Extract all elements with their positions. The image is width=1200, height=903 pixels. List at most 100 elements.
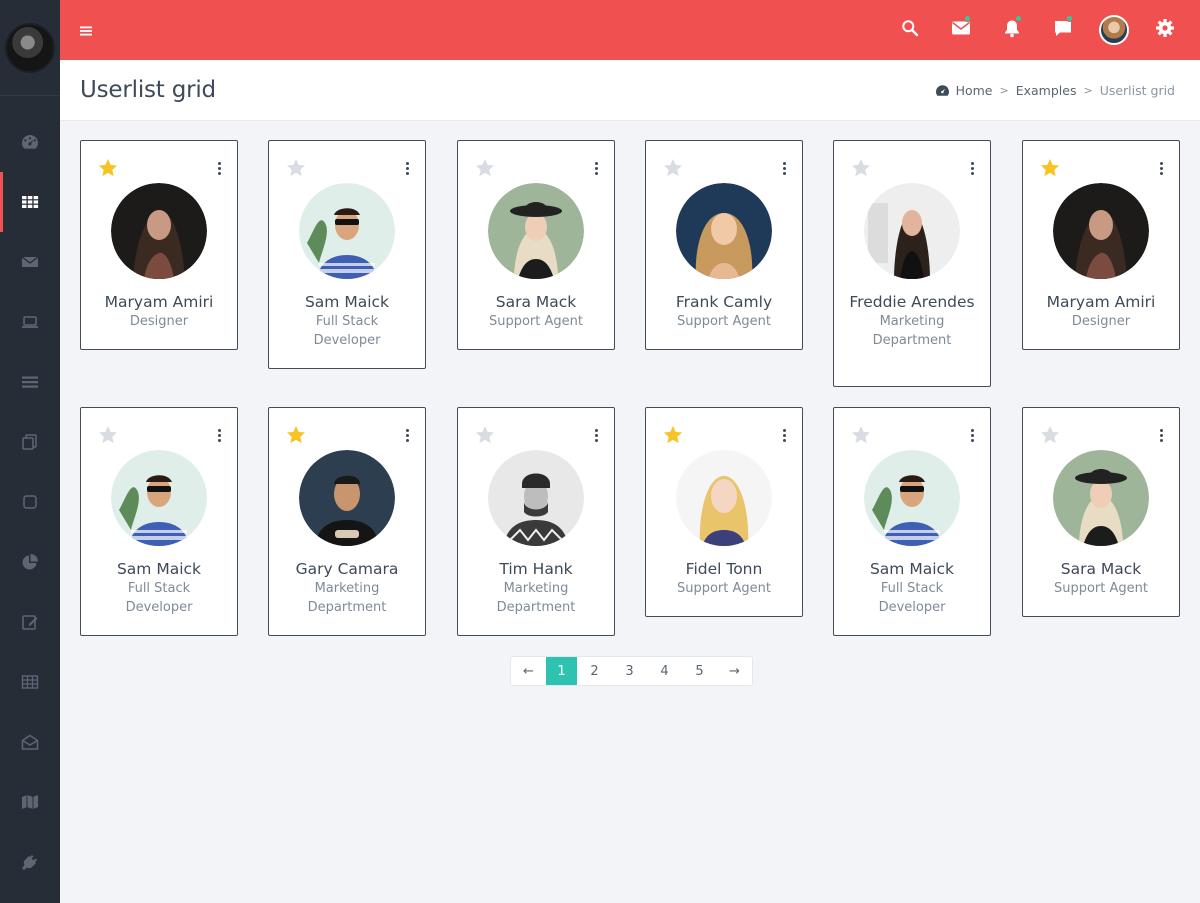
sidebar-item-pages[interactable]: [0, 412, 60, 472]
sidebar-item-apps[interactable]: [0, 172, 60, 232]
more-options-icon[interactable]: [1155, 159, 1167, 177]
sidebar-item-mail[interactable]: [0, 232, 60, 292]
sidebar-item-maps[interactable]: [0, 772, 60, 832]
user-avatar: [1053, 183, 1149, 279]
user-card[interactable]: Sara Mack Support Agent: [457, 140, 615, 350]
pagination-prev[interactable]: ←: [511, 657, 546, 685]
envelope-icon: [951, 20, 971, 40]
edit-icon: [20, 612, 40, 632]
more-options-icon[interactable]: [966, 426, 978, 444]
user-card[interactable]: Fidel Tonn Support Agent: [645, 407, 803, 617]
star-icon[interactable]: [474, 157, 496, 179]
user-avatar: [676, 183, 772, 279]
more-options-icon[interactable]: [213, 426, 225, 444]
star-icon[interactable]: [97, 157, 119, 179]
user-card[interactable]: Sam Maick Full Stack Developer: [268, 140, 426, 369]
table-icon: [20, 672, 40, 692]
user-role: Marketing Department: [496, 581, 576, 615]
star-icon[interactable]: [97, 424, 119, 446]
user-avatar: [864, 183, 960, 279]
sidebar: [0, 0, 60, 903]
user-avatar: [488, 183, 584, 279]
more-options-icon[interactable]: [590, 159, 602, 177]
more-options-icon[interactable]: [213, 159, 225, 177]
gear-icon: [1155, 18, 1175, 42]
user-card[interactable]: Maryam Amiri Designer: [80, 140, 238, 350]
pagination-page-1[interactable]: 1: [546, 657, 577, 685]
sidebar-item-layout[interactable]: [0, 352, 60, 412]
pagination-page-3[interactable]: 3: [612, 657, 647, 685]
messages-button[interactable]: [935, 0, 986, 60]
user-card[interactable]: Sara Mack Support Agent: [1022, 407, 1180, 617]
star-icon[interactable]: [285, 424, 307, 446]
sidebar-item-forms[interactable]: [0, 592, 60, 652]
user-role: Support Agent: [676, 314, 771, 329]
more-options-icon[interactable]: [401, 159, 413, 177]
user-card[interactable]: Freddie Arendes Marketing Department: [833, 140, 991, 387]
user-name: Freddie Arendes: [849, 293, 975, 311]
star-icon[interactable]: [662, 157, 684, 179]
user-card[interactable]: Tim Hank Marketing Department: [457, 407, 615, 636]
star-icon[interactable]: [285, 157, 307, 179]
user-card[interactable]: Sam Maick Full Stack Developer: [80, 407, 238, 636]
breadcrumb-examples[interactable]: Examples: [1016, 83, 1077, 98]
sidebar-item-emails[interactable]: [0, 712, 60, 772]
user-card[interactable]: Frank Camly Support Agent: [645, 140, 803, 350]
search-icon: [901, 19, 919, 41]
star-icon[interactable]: [662, 424, 684, 446]
sidebar-item-tables[interactable]: [0, 652, 60, 712]
user-role: Marketing Department: [872, 314, 952, 348]
more-options-icon[interactable]: [590, 426, 602, 444]
copy-icon: [20, 432, 40, 452]
more-options-icon[interactable]: [966, 159, 978, 177]
envelope-icon: [20, 252, 40, 272]
user-role: Support Agent: [1053, 581, 1148, 596]
menu-toggle-button[interactable]: [60, 0, 112, 60]
user-avatar: [299, 450, 395, 546]
sidebar-item-ui[interactable]: [0, 292, 60, 352]
notification-dot: [964, 15, 971, 22]
sidebar-item-extensions[interactable]: [0, 832, 60, 892]
pagination-next[interactable]: →: [717, 657, 752, 685]
pagination-page-4[interactable]: 4: [647, 657, 682, 685]
user-avatar: [299, 183, 395, 279]
more-options-icon[interactable]: [778, 159, 790, 177]
settings-button[interactable]: [1139, 0, 1190, 60]
notification-dot: [1066, 15, 1073, 22]
user-name: Maryam Amiri: [104, 293, 214, 311]
more-options-icon[interactable]: [1155, 426, 1167, 444]
more-options-icon[interactable]: [778, 426, 790, 444]
star-icon[interactable]: [850, 157, 872, 179]
notifications-button[interactable]: [986, 0, 1037, 60]
star-icon[interactable]: [850, 424, 872, 446]
more-options-icon[interactable]: [401, 426, 413, 444]
breadcrumb: Home > Examples > Userlist grid: [935, 83, 1175, 98]
sidebar-nav: [0, 112, 60, 892]
chat-button[interactable]: [1037, 0, 1088, 60]
user-menu-button[interactable]: [1088, 0, 1139, 60]
user-role: Full Stack Developer: [125, 581, 193, 615]
star-icon[interactable]: [1039, 424, 1061, 446]
profile-avatar[interactable]: [5, 22, 55, 73]
sidebar-item-dashboard[interactable]: [0, 112, 60, 172]
breadcrumb-home[interactable]: Home: [956, 83, 993, 98]
search-button[interactable]: [884, 0, 935, 60]
pie-chart-icon: [20, 552, 40, 572]
plug-icon: [20, 852, 40, 872]
sidebar-item-charts[interactable]: [0, 532, 60, 592]
pagination-page-2[interactable]: 2: [577, 657, 612, 685]
user-card[interactable]: Maryam Amiri Designer: [1022, 140, 1180, 350]
map-icon: [20, 792, 40, 812]
user-card[interactable]: Sam Maick Full Stack Developer: [833, 407, 991, 636]
pagination: ← 1 2 3 4 5 →: [510, 656, 753, 686]
user-avatar: [1053, 450, 1149, 546]
dashboard-icon: [935, 84, 949, 96]
user-avatar: [111, 450, 207, 546]
star-icon[interactable]: [1039, 157, 1061, 179]
pagination-page-5[interactable]: 5: [682, 657, 717, 685]
topbar-actions: [884, 0, 1200, 60]
star-icon[interactable]: [474, 424, 496, 446]
sidebar-item-widgets[interactable]: [0, 472, 60, 532]
user-card[interactable]: Gary Camara Marketing Department: [268, 407, 426, 636]
hamburger-icon: [80, 21, 92, 40]
